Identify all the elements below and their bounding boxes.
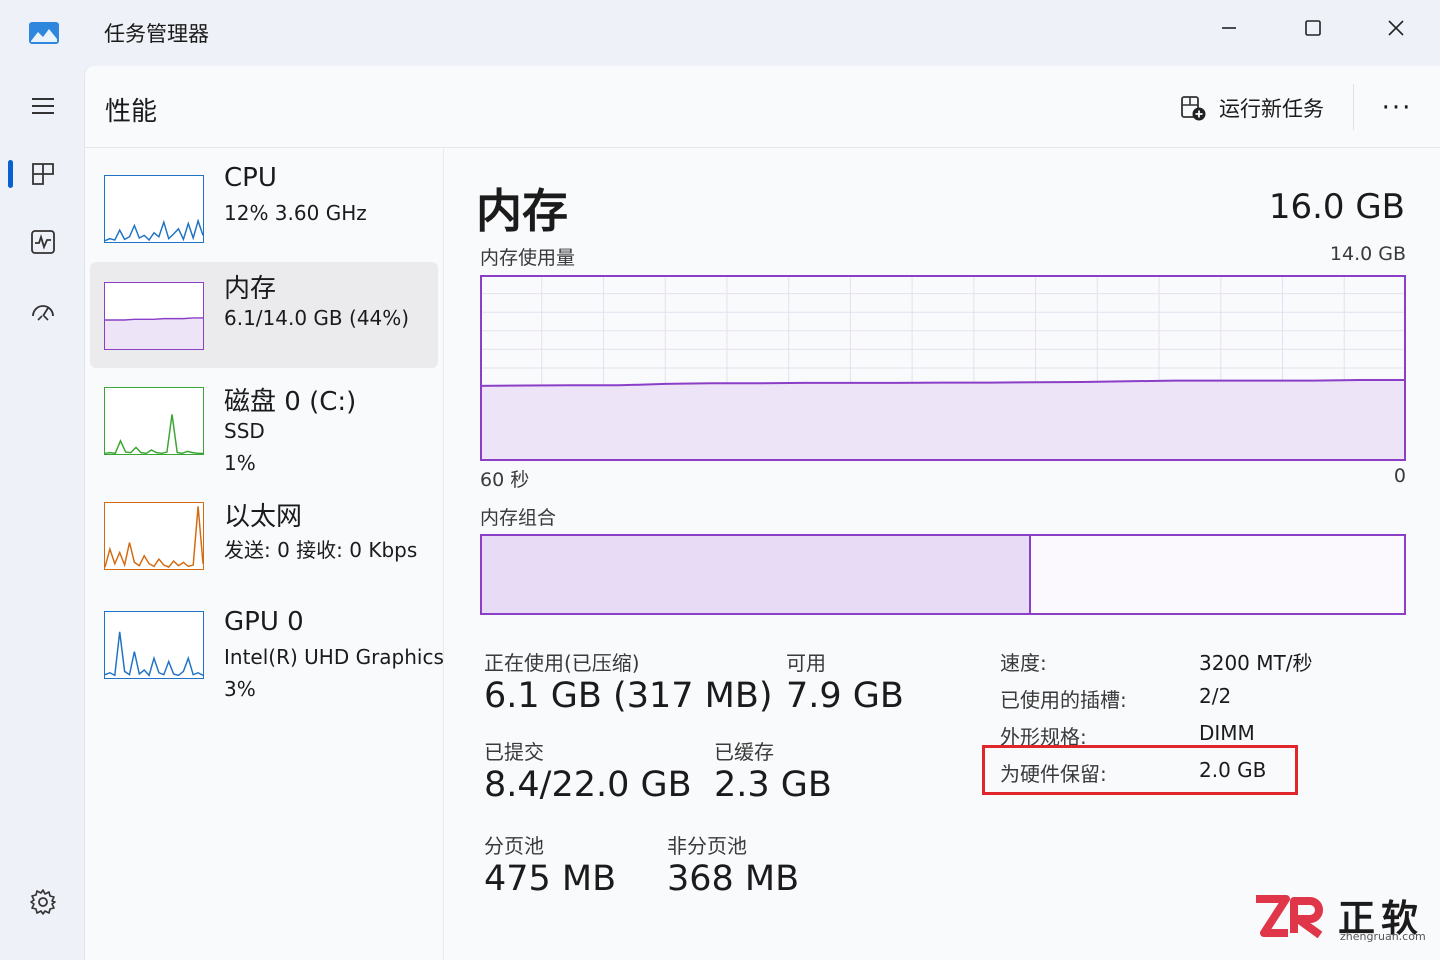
perf-item-title: 磁盘 0 (C:) [224, 387, 357, 417]
perf-item-title: CPU [224, 163, 277, 193]
memory-usage-graph [480, 275, 1406, 461]
usage-graph-max: 14.0 GB [1329, 243, 1406, 265]
highlight-annotation-box [982, 745, 1298, 795]
usage-graph-label: 内存使用量 [480, 247, 576, 269]
nav-startup[interactable] [18, 286, 68, 334]
minimize-button[interactable] [1199, 8, 1259, 48]
watermark-url: zhengruan.com [1340, 930, 1426, 943]
chart-mountain-icon [28, 20, 60, 46]
detail-title: 内存 [476, 184, 568, 238]
slots-used-value: 2/2 [1199, 684, 1232, 708]
thumbnail-series-line [105, 218, 203, 242]
nonpaged-pool-value: 368 MB [667, 859, 800, 899]
perf-item-detail: 3% [224, 677, 256, 701]
nonpaged-pool-label: 非分页池 [667, 834, 747, 858]
settings-button[interactable] [18, 878, 68, 926]
composition-in-use-segment [482, 536, 1031, 613]
perf-item-detail: SSD [224, 419, 265, 443]
nav-processes[interactable] [18, 150, 68, 198]
thumbnail-series-line [105, 414, 203, 454]
perf-item-detail: Intel(R) UHD Graphics [224, 645, 444, 669]
perf-item-title: 内存 [224, 274, 277, 304]
slots-used-label: 已使用的插槽: [1000, 688, 1127, 712]
maximize-button[interactable] [1283, 8, 1343, 48]
perf-item-detail: 1% [224, 451, 256, 475]
new-task-icon [1181, 96, 1206, 121]
speed-label: 速度: [1000, 651, 1047, 675]
close-icon [1388, 20, 1404, 36]
more-options-button[interactable]: ··· [1375, 88, 1419, 128]
maximize-icon [1305, 20, 1321, 36]
memory-composition-bar [480, 534, 1406, 615]
window-title: 任务管理器 [104, 22, 209, 46]
resource-list: CPU 12% 3.60 GHz 内存 6.1/14.0 GB (44%) 磁盘 0 (… [85, 149, 444, 960]
perf-item-detail: 发送: 0 接收: 0 Kbps [224, 538, 418, 562]
command-divider [1353, 84, 1354, 130]
hamburger-icon [32, 98, 54, 114]
perf-thumbnail-cpu [104, 175, 204, 243]
committed-value: 8.4/22.0 GB [484, 765, 692, 805]
nav-rail [0, 64, 84, 960]
perf-item-ethernet[interactable]: 以太网发送: 0 接收: 0 Kbps [90, 490, 438, 596]
page-title: 性能 [105, 97, 158, 127]
perf-item-title: GPU 0 [224, 607, 304, 637]
gear-icon [30, 889, 56, 915]
cached-label: 已缓存 [714, 740, 774, 764]
main-content: 性能 运行新任务 ··· CPU 12% 3.60 GHz 内存 6.1/14.0 G… [84, 66, 1440, 960]
memory-detail-pane: 内存 16.0 GB 内存使用量 14.0 GB 60 秒 0 内存组合 正在使… [444, 149, 1440, 960]
startup-speedometer-icon [32, 305, 54, 321]
zr-logo-icon [1252, 893, 1328, 941]
rail-selection-indicator [8, 160, 13, 188]
perf-item-disk[interactable]: 磁盘 0 (C:) SSD 1% [90, 375, 438, 481]
perf-item-cpu[interactable]: CPU 12% 3.60 GHz [90, 157, 438, 263]
in-use-label: 正在使用(已压缩) [484, 651, 640, 675]
thumbnail-series-line [105, 506, 203, 568]
close-button[interactable] [1366, 8, 1426, 48]
cached-value: 2.3 GB [714, 765, 832, 805]
available-label: 可用 [786, 651, 826, 675]
perf-item-gpu[interactable]: GPU 0 Intel(R) UHD Graphics 3% [90, 601, 444, 707]
perf-thumbnail-disk [104, 387, 204, 455]
perf-item-title: 以太网 [224, 502, 303, 532]
minimize-icon [1222, 27, 1236, 29]
in-use-value: 6.1 GB (317 MB) [484, 676, 773, 716]
time-axis-right: 0 [1393, 465, 1406, 487]
perf-thumbnail-memory [104, 282, 204, 350]
title-bar: 任务管理器 [0, 0, 1440, 64]
paged-pool-label: 分页池 [484, 834, 544, 858]
committed-label: 已提交 [484, 740, 544, 764]
perf-item-detail: 6.1/14.0 GB (44%) [224, 306, 410, 330]
menu-button[interactable] [18, 82, 68, 130]
composition-label: 内存组合 [480, 507, 557, 529]
time-axis-left: 60 秒 [480, 469, 530, 491]
processes-grid-icon [32, 163, 54, 185]
perf-item-detail: 12% 3.60 GHz [224, 201, 367, 225]
available-value: 7.9 GB [786, 676, 904, 716]
command-bar: 性能 运行新任务 ··· [85, 66, 1440, 148]
run-new-task-label: 运行新任务 [1219, 97, 1324, 121]
perf-item-memory[interactable]: 内存 6.1/14.0 GB (44%) [90, 262, 438, 368]
thumbnail-series-line [105, 631, 203, 677]
usage-area-fill [480, 380, 1406, 461]
performance-pulse-icon [31, 230, 55, 254]
perf-thumbnail-ethernet [104, 502, 204, 570]
perf-thumbnail-gpu [104, 611, 204, 679]
speed-value: 3200 MT/秒 [1199, 651, 1313, 675]
total-memory: 16.0 GB [1268, 187, 1405, 227]
form-factor-value: DIMM [1199, 721, 1255, 745]
nav-performance[interactable] [18, 218, 68, 266]
run-new-task-button[interactable]: 运行新任务 [1179, 88, 1324, 128]
paged-pool-value: 475 MB [484, 859, 617, 899]
